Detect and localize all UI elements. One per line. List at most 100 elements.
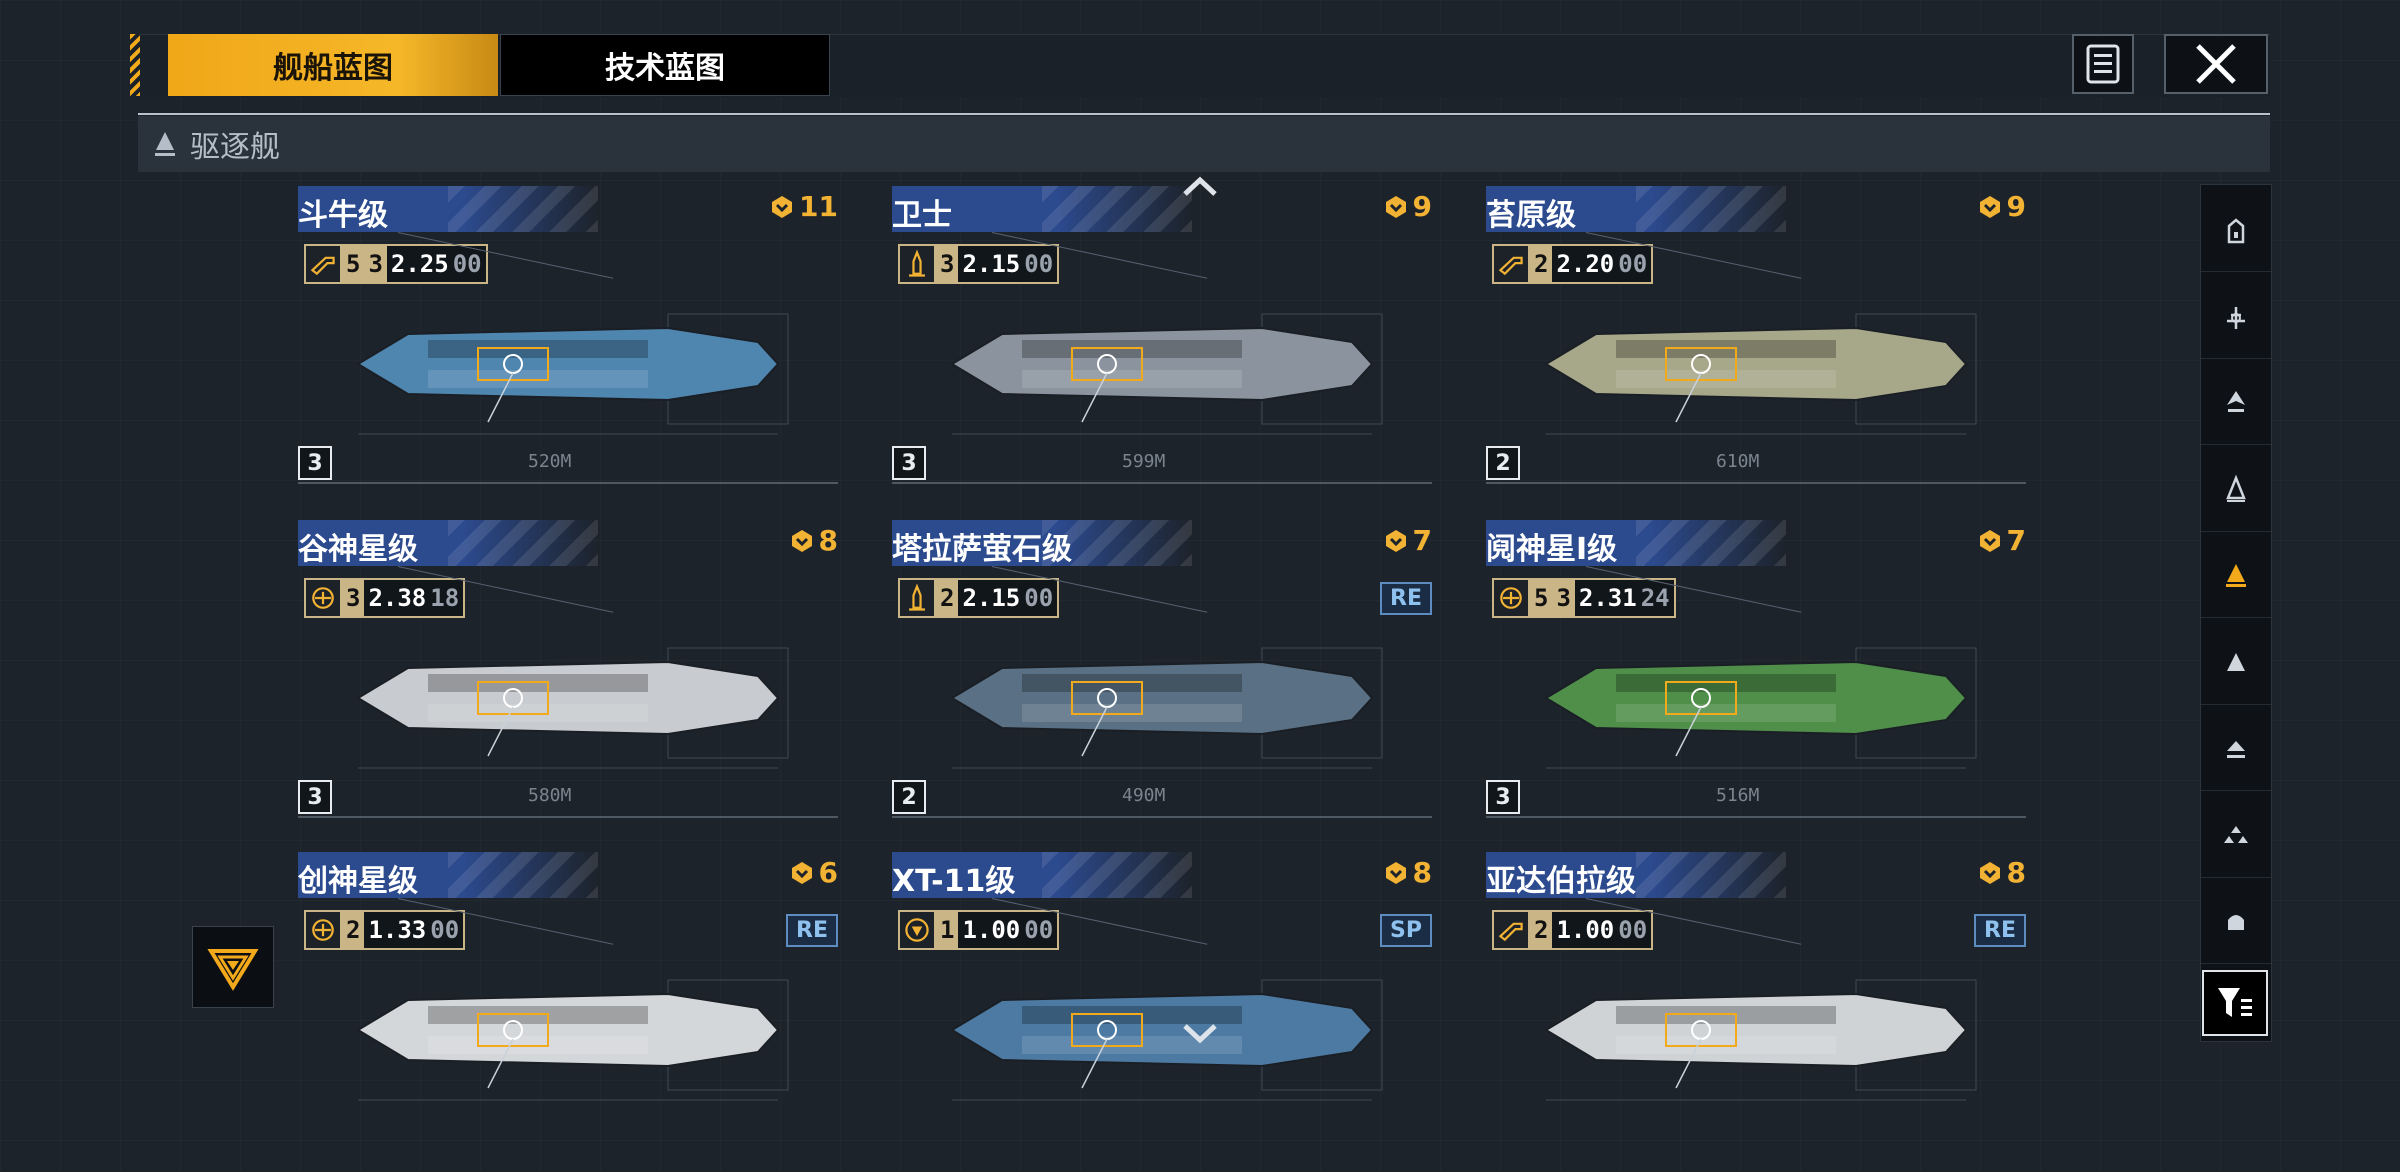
rail-item-corvette[interactable] — [2201, 706, 2271, 791]
faction-badge[interactable] — [192, 926, 274, 1008]
shield-icon — [900, 912, 936, 948]
tier-badge: 3 — [892, 446, 926, 480]
cost-value: 8 — [818, 524, 838, 557]
document-icon — [2086, 44, 2120, 84]
ship-name: 苔原级 — [1486, 198, 1576, 233]
ship-card[interactable]: 苔原级 9 2 2.20 00 2 610M — [1486, 186, 2026, 506]
stat-value: 1.00 — [1556, 916, 1615, 944]
ship-stats: 2 1.33 00 — [304, 910, 466, 950]
stat-value: 2 — [342, 912, 365, 948]
stat-value: 2.31 — [1578, 584, 1637, 612]
card-baseline — [892, 816, 1432, 818]
tier-badge: 3 — [298, 446, 332, 480]
command-point-icon — [791, 529, 812, 552]
stat-value: 2 — [1530, 912, 1553, 948]
filter-icon — [2218, 988, 2252, 1017]
rail-item-auxiliary[interactable] — [2201, 879, 2271, 964]
fighter-icon — [2224, 825, 2248, 843]
stat-value: 3 — [1552, 580, 1575, 616]
faction-emblem-icon — [207, 949, 259, 991]
stat-value: 3 — [936, 246, 959, 282]
ship-card[interactable]: 塔拉萨萤石级 7 2 2.15 00 RE 2 490M — [892, 520, 1432, 840]
stat-suffix: 00 — [430, 916, 460, 944]
corvette-icon — [2227, 741, 2245, 758]
ship-name: XT-11级 — [892, 864, 1016, 899]
ship-cost: 9 — [1977, 190, 2026, 223]
stat-suffix: 00 — [1618, 250, 1648, 278]
stat-suffix: 00 — [1024, 584, 1054, 612]
stat-suffix: 00 — [1618, 916, 1648, 944]
auxiliary-icon — [2228, 915, 2244, 930]
stat-value: 2 — [936, 580, 959, 616]
cost-value: 8 — [2006, 856, 2026, 889]
top-accent-stripe — [130, 34, 140, 96]
ship-stats: 5 3 2.25 00 — [304, 244, 488, 284]
section-header[interactable]: 驱逐舰 — [138, 116, 2270, 172]
stat-value: 1.33 — [368, 916, 427, 944]
filter-button[interactable] — [2202, 970, 2268, 1036]
ship-stats: 3 2.38 18 — [304, 578, 466, 618]
ship-card[interactable]: 亚达伯拉级 8 2 1.00 00 RE — [1486, 852, 2026, 1172]
ship-stats: 1 1.00 00 — [898, 910, 1060, 950]
cannon-icon — [1494, 246, 1530, 282]
variant-tag: SP — [1380, 914, 1432, 947]
variant-tag: RE — [1380, 582, 1432, 615]
variant-tag: RE — [786, 914, 838, 947]
destroyer-outline-icon — [2226, 474, 2246, 502]
stat-suffix: 00 — [452, 250, 482, 278]
cost-value: 6 — [818, 856, 838, 889]
ship-length: 516M — [1716, 785, 1760, 806]
ship-card[interactable]: 斗牛级 11 5 3 2.25 00 3 520M — [298, 186, 838, 506]
stat-value: 2.38 — [368, 584, 427, 612]
ship-name: 谷神星级 — [298, 532, 418, 567]
ship-length: 610M — [1716, 451, 1760, 472]
command-point-icon — [772, 195, 793, 218]
stat-suffix: 00 — [1024, 250, 1054, 278]
ship-name: 阋神星I级 — [1486, 532, 1618, 567]
command-point-icon — [1385, 861, 1406, 884]
card-baseline — [1486, 482, 2026, 484]
stat-value: 2 — [1530, 246, 1553, 282]
tier-badge: 3 — [298, 780, 332, 814]
stat-value: 2.20 — [1556, 250, 1615, 278]
ship-cost: 7 — [1383, 524, 1432, 557]
ship-name: 塔拉萨萤石级 — [892, 532, 1072, 567]
stat-value: 1.00 — [962, 916, 1021, 944]
ship-cost: 7 — [1977, 524, 2026, 557]
stat-value: 3 — [364, 246, 387, 282]
ship-name: 斗牛级 — [298, 198, 388, 233]
ship-cost: 8 — [789, 524, 838, 557]
rail-item-carrier[interactable] — [2201, 187, 2271, 272]
missile-icon — [900, 580, 936, 616]
ship-card[interactable]: 创神星级 6 2 1.33 00 RE — [298, 852, 838, 1172]
stat-suffix: 00 — [1024, 916, 1054, 944]
rail-item-fighter[interactable] — [2201, 793, 2271, 878]
ship-name: 创神星级 — [298, 864, 418, 899]
ship-card[interactable]: 谷神星级 8 3 2.38 18 3 580M — [298, 520, 838, 840]
rail-item-cruiser[interactable] — [2201, 274, 2271, 359]
cost-value: 7 — [1412, 524, 1432, 557]
rail-item-battlecruiser[interactable] — [2201, 360, 2271, 445]
rail-item-destroyer-outline[interactable] — [2201, 447, 2271, 532]
ship-card[interactable]: XT-11级 8 1 1.00 00 SP — [892, 852, 1432, 1172]
ship-stats: 3 2.15 00 — [898, 244, 1060, 284]
rail-item-frigate[interactable] — [2201, 620, 2271, 705]
ship-name: 卫士 — [892, 198, 952, 233]
ship-card[interactable]: 阋神星I级 7 5 3 2.31 24 3 516M — [1486, 520, 2026, 840]
cannon-icon — [1494, 912, 1530, 948]
ship-stats: 2 1.00 00 — [1492, 910, 1654, 950]
close-icon — [2196, 44, 2236, 84]
tab-tech-blueprints[interactable]: 技术蓝图 — [500, 34, 830, 96]
cost-value: 11 — [799, 190, 838, 223]
tab-ship-blueprints[interactable]: 舰船蓝图 — [168, 34, 498, 96]
stat-suffix: 24 — [1640, 584, 1670, 612]
ship-class-rail — [2200, 184, 2272, 1042]
scroll-down-chevron-icon[interactable] — [1180, 1018, 1220, 1048]
document-button[interactable] — [2072, 34, 2134, 94]
divider-line — [138, 113, 2270, 115]
ship-blueprint-image — [1544, 647, 1977, 769]
close-button[interactable] — [2164, 34, 2268, 94]
rail-item-destroyer[interactable] — [2201, 533, 2271, 618]
ship-card[interactable]: 卫士 9 3 2.15 00 3 599M — [892, 186, 1432, 506]
ship-blueprint-image — [356, 979, 789, 1101]
